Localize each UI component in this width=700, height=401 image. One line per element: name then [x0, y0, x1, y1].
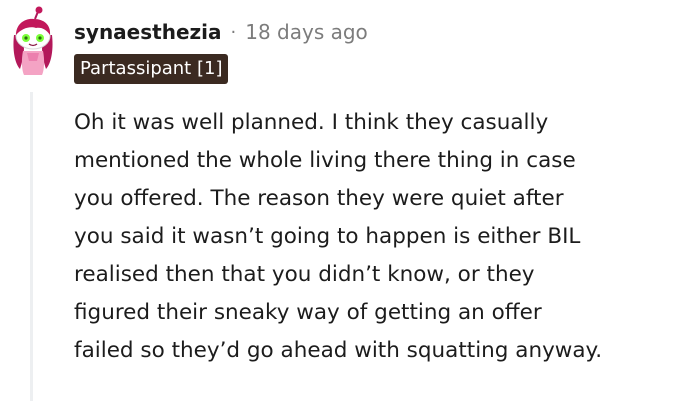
comment-body-line: figured their sneaky way of getting an o… — [74, 300, 542, 325]
comment: synaesthezia · 18 days ago Partassipant … — [0, 0, 700, 401]
comment-header: synaesthezia · 18 days ago — [74, 18, 368, 46]
comment-body-line: you said it wasn’t going to happen is ei… — [74, 224, 581, 249]
comment-body-line: realised then that you didn’t know, or t… — [74, 262, 535, 287]
comment-body-line: you offered. The reason they were quiet … — [74, 186, 564, 211]
comment-timestamp[interactable]: 18 days ago — [245, 20, 368, 44]
user-flair: Partassipant [1] — [74, 54, 229, 84]
comment-body-line: mentioned the whole living there thing i… — [74, 148, 576, 173]
thread-collapse-line[interactable] — [30, 92, 33, 401]
snoo-avatar-icon — [13, 6, 53, 75]
comment-body: Oh it was well planned. I think they cas… — [74, 104, 696, 370]
user-avatar[interactable] — [8, 5, 58, 75]
comment-body-line: Oh it was well planned. I think they cas… — [74, 110, 549, 135]
author-username[interactable]: synaesthezia — [74, 20, 222, 44]
meta-separator: · — [230, 21, 237, 43]
comment-body-line: failed so they’d go ahead with squatting… — [74, 338, 603, 363]
